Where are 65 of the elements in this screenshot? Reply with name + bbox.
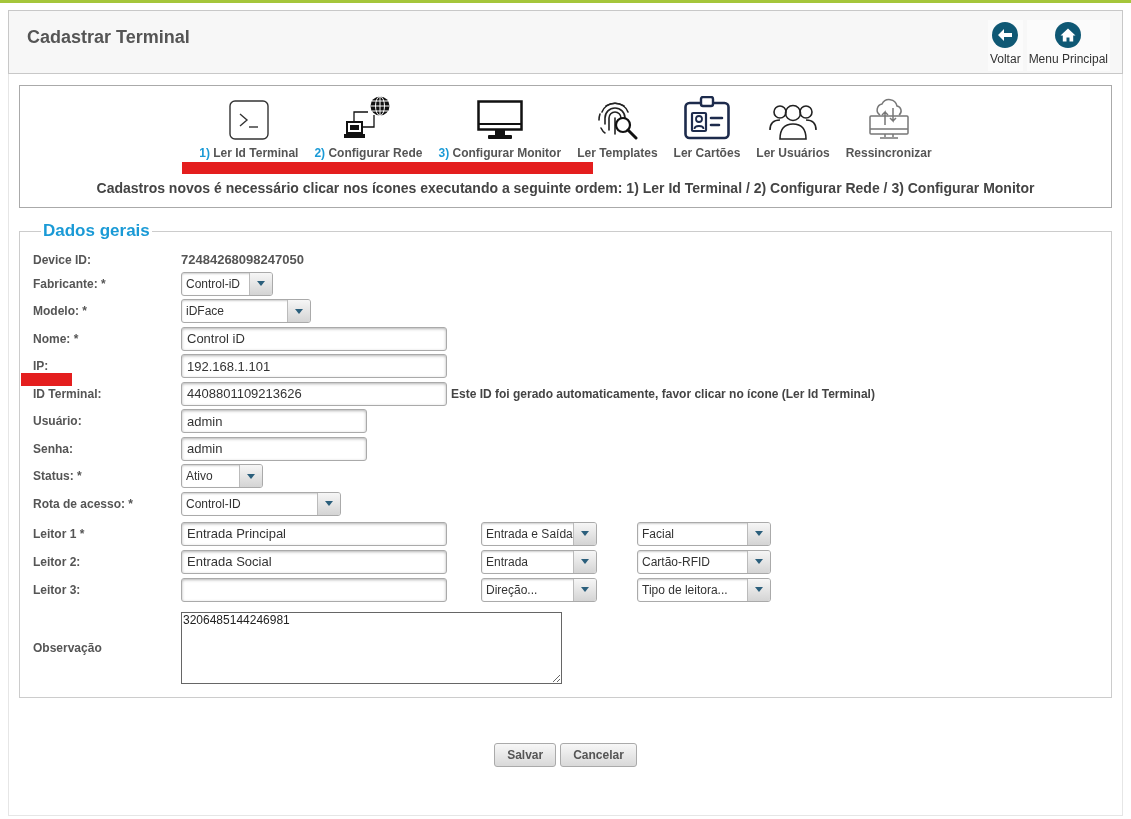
field-label: Senha: (33, 441, 74, 456)
form-button[interactable]: Salvar (494, 743, 557, 767)
toolbar-button[interactable]: 3) Configurar Monitor (430, 92, 570, 160)
field-note: Este ID foi gerado automaticamente, favor clicar no ícone (Ler Id Terminal) (451, 385, 875, 403)
text-input[interactable]: Entrada Social (181, 549, 447, 574)
text-input[interactable]: Control iD (181, 326, 447, 351)
text-input[interactable] (181, 577, 447, 602)
dropdown[interactable]: iDFace (181, 299, 311, 324)
caret-icon (573, 578, 596, 601)
caret-icon (747, 550, 770, 573)
home-icon (1055, 22, 1082, 48)
field-label: Leitor 1 * (33, 526, 86, 541)
text-input[interactable]: 4408801109213626 (181, 381, 447, 406)
form-button[interactable]: Cancelar (560, 743, 637, 767)
monitor-icon (476, 100, 523, 140)
toolbar-button[interactable]: Ler Templates (569, 92, 666, 160)
field-label: Leitor 3: (33, 582, 82, 597)
page-title: Cadastrar Terminal (27, 26, 190, 49)
dropdown[interactable]: Cartão-RFID (637, 549, 771, 574)
field-label: Observação (33, 640, 103, 655)
caret-icon (239, 465, 262, 488)
dropdown[interactable]: Entrada (481, 549, 597, 574)
field-label: Status: * (33, 469, 83, 484)
caret-icon (317, 492, 340, 515)
dropdown[interactable]: Control-iD (181, 271, 273, 296)
field-label: Modelo: * (33, 304, 88, 319)
dropdown[interactable]: Control-ID (181, 491, 341, 516)
text-input[interactable]: Entrada Principal (181, 521, 447, 546)
toolbar-button[interactable]: Ressincronizar (837, 92, 940, 160)
dropdown[interactable]: Entrada e Saída (481, 521, 597, 546)
terminal-icon (228, 100, 269, 140)
text-input[interactable]: admin (181, 409, 367, 434)
header-action-button[interactable]: Menu Principal (1026, 20, 1110, 71)
dropdown[interactable]: Ativo (181, 464, 263, 489)
toolbar-button[interactable]: Ler Cartões (665, 92, 749, 160)
field-label: Fabricante: * (33, 276, 107, 291)
field-label: Rota de acesso: * (33, 496, 135, 511)
field-label: Leitor 2: (33, 554, 82, 569)
section-legend: Dados gerais (41, 221, 152, 241)
field-label: IP: (33, 359, 50, 374)
id-badge-icon (683, 96, 730, 140)
field-label: Usuário: (33, 414, 83, 429)
laptop-globe-icon (344, 96, 393, 140)
field-label: Device ID: (33, 253, 93, 267)
caret-icon (249, 272, 272, 295)
text-input[interactable]: admin (181, 436, 367, 461)
dropdown[interactable]: Direção... (481, 577, 597, 602)
field-label: Nome: * (33, 331, 80, 346)
text-input[interactable]: 192.168.1.101 (181, 354, 447, 379)
caret-icon (573, 550, 596, 573)
monitor-cloud-sync-icon (867, 98, 910, 140)
toolbar-button[interactable]: Ler Usuários (748, 92, 838, 160)
dropdown[interactable]: Facial (637, 521, 771, 546)
field-label: ID Terminal: (33, 386, 103, 401)
toolbar-button[interactable]: 1) Ler Id Terminal (191, 92, 307, 160)
device-id-value: 72484268098247050 (181, 251, 304, 270)
header-action-button[interactable]: Voltar (987, 20, 1023, 71)
toolbar-button[interactable]: 2) Configurar Rede (306, 92, 431, 160)
caret-icon (747, 522, 770, 545)
caret-icon (287, 300, 310, 323)
dropdown[interactable]: Tipo de leitora... (637, 577, 771, 602)
instruction-text: Cadastros novos é necessário clicar nos ícones executando a seguinte ordem: 1) Ler Id Terminal / 2) Configurar Rede / 3) Configurar Monitor (96, 179, 1035, 198)
caret-icon (573, 522, 596, 545)
notes-textarea[interactable]: 3206485144246981 (181, 611, 562, 684)
caret-icon (747, 578, 770, 601)
